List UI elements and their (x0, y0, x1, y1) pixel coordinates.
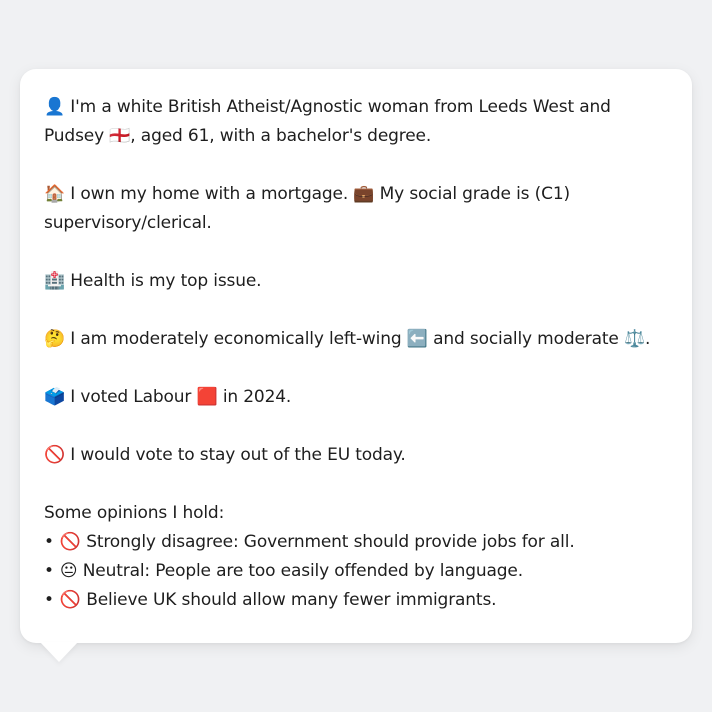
vote-year-text: in 2024. (222, 387, 292, 407)
scales-icon: ⚖️ (624, 329, 646, 349)
prohibited-icon: 🚫 (59, 532, 81, 552)
opinions-section: Some opinions I hold: • 🚫 Strongly disagr… (44, 499, 668, 615)
opinions-list: • 🚫 Strongly disagree: Government should … (44, 528, 668, 615)
opinions-heading: Some opinions I hold: (44, 503, 225, 523)
bubble-tail (40, 642, 78, 662)
issue-text: Health is my top issue. (70, 271, 262, 291)
left-arrow-icon: ⬅️ (406, 329, 428, 349)
thinking-face-icon: 🤔 (44, 329, 66, 349)
vote-paragraph: 🗳️ I voted Labour 🟥 in 2024. (44, 383, 668, 412)
person-icon: 👤 (44, 97, 66, 117)
opinion-text: Neutral: People are too easily offended … (82, 561, 523, 581)
prohibited-icon: 🚫 (44, 445, 66, 465)
list-item: • 😐 Neutral: People are too easily offend… (44, 557, 668, 586)
housing-text: I own my home with a mortgage. (70, 184, 349, 204)
message-bubble: 👤 I'm a white British Atheist/Agnostic w… (20, 69, 692, 643)
identity-paragraph: 👤 I'm a white British Atheist/Agnostic w… (44, 93, 668, 151)
prohibited-icon: 🚫 (59, 590, 81, 610)
eu-paragraph: 🚫 I would vote to stay out of the EU tod… (44, 441, 668, 470)
eu-text: I would vote to stay out of the EU today… (70, 445, 406, 465)
england-flag-icon: 🏴󠁧󠁢󠁥󠁮󠁧󠁿 (109, 126, 131, 146)
economic-text: I am moderately economically left-wing (70, 329, 402, 349)
identity-text-2: , aged 61, with a bachelor's degree. (130, 126, 432, 146)
ballot-box-icon: 🗳️ (44, 387, 66, 407)
red-square-icon: 🟥 (196, 387, 218, 407)
issue-paragraph: 🏥 Health is my top issue. (44, 267, 668, 296)
list-item: • 🚫 Believe UK should allow many fewer im… (44, 586, 668, 615)
ideology-period: . (645, 329, 651, 349)
bullet: • (44, 590, 54, 610)
neutral-face-icon: 😐 (59, 561, 78, 581)
bullet: • (44, 561, 54, 581)
ideology-paragraph: 🤔 I am moderately economically left-wing… (44, 325, 668, 354)
opinion-text: Strongly disagree: Government should pro… (86, 532, 575, 552)
opinion-text: Believe UK should allow many fewer immig… (86, 590, 497, 610)
housing-paragraph: 🏠 I own my home with a mortgage. 💼 My so… (44, 180, 668, 238)
list-item: • 🚫 Strongly disagree: Government should … (44, 528, 668, 557)
bullet: • (44, 532, 54, 552)
house-icon: 🏠 (44, 184, 66, 204)
hospital-icon: 🏥 (44, 271, 66, 291)
briefcase-icon: 💼 (353, 184, 375, 204)
social-text: and socially moderate (433, 329, 619, 349)
vote-text: I voted Labour (70, 387, 192, 407)
